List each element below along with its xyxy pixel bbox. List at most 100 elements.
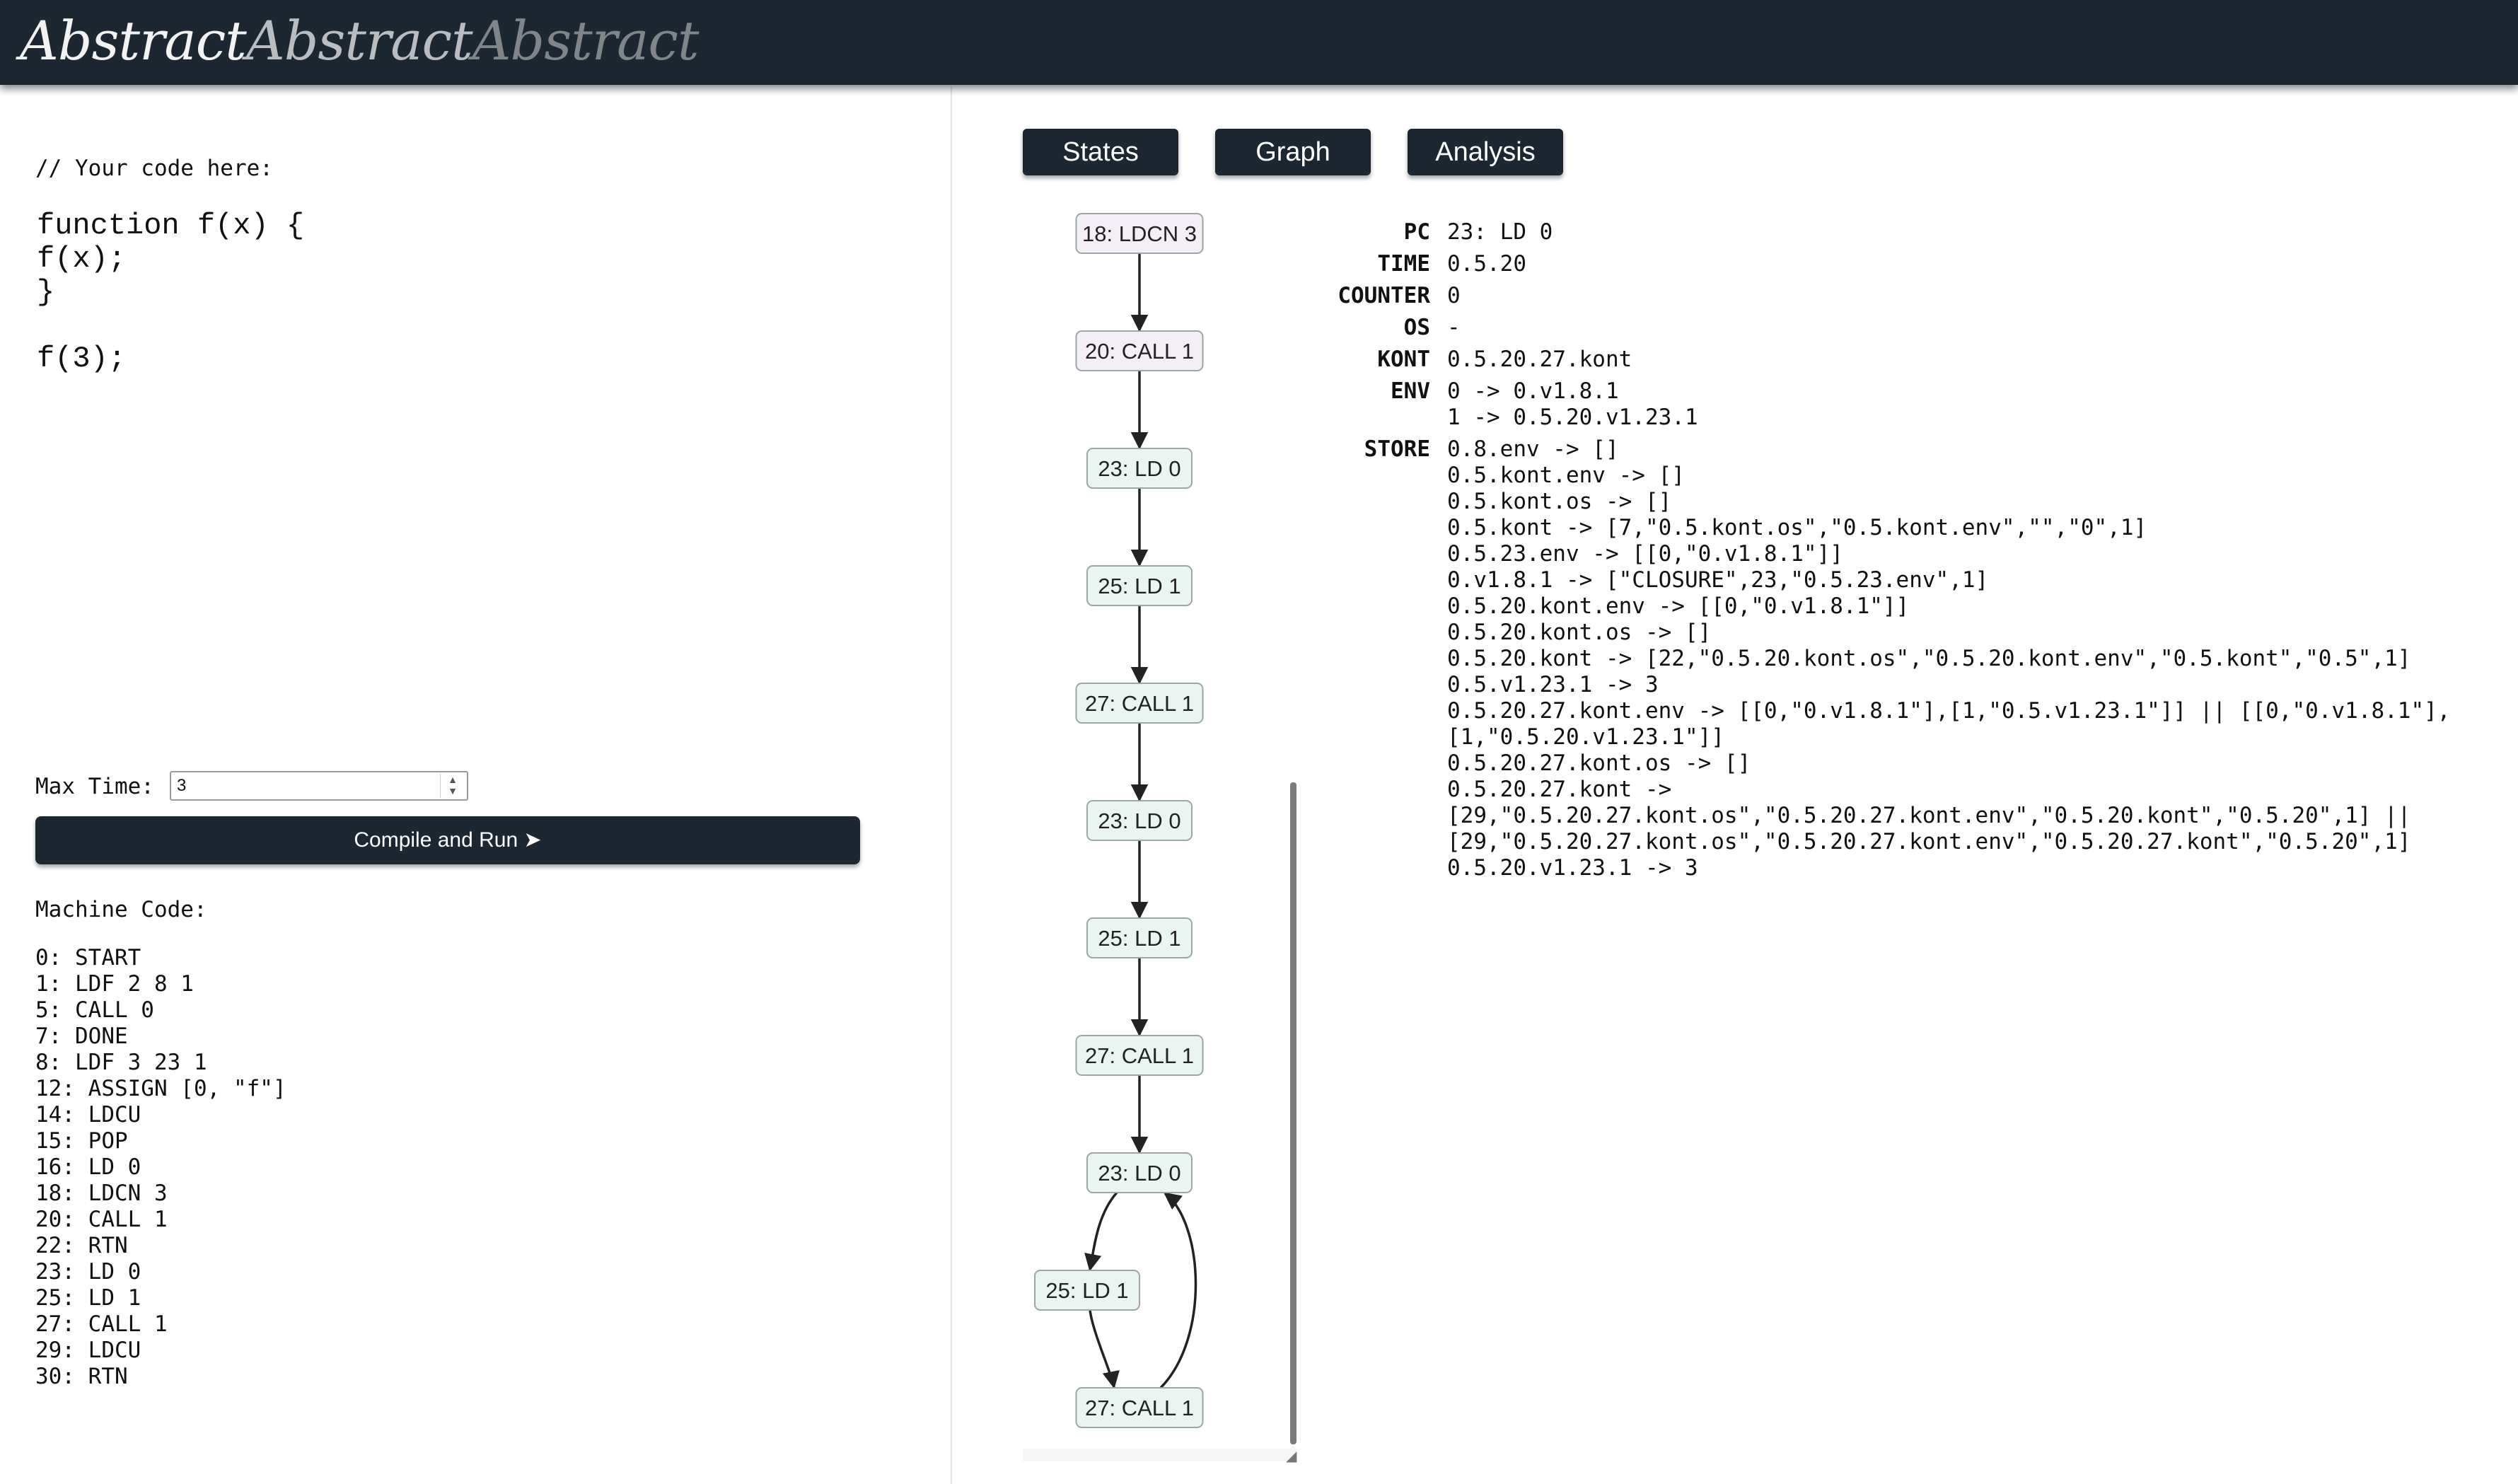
- state-value: 23: LD 0: [1447, 219, 1553, 245]
- state-value-line: 0: [1447, 283, 1461, 308]
- state-value-line: [1,"0.5.20.v1.23.1"]]: [1447, 724, 1724, 750]
- state-value-line: 0.5.20.27.kont: [1447, 347, 1632, 372]
- code-comment[interactable]: // Your code here:: [35, 156, 273, 181]
- graph-node[interactable]: 23: LD 0: [1086, 448, 1193, 489]
- machine-code-line: 25: LD 1: [35, 1285, 141, 1311]
- state-value-line: 0.5.kont.os -> []: [1447, 489, 1672, 514]
- machine-code-line: 22: RTN: [35, 1233, 128, 1258]
- state-key: STORE: [1364, 436, 1430, 462]
- app-header: AbstractAbstractAbstract: [0, 0, 2518, 85]
- graph-node[interactable]: 20: CALL 1: [1075, 330, 1204, 371]
- graph-node-label: 27: CALL 1: [1085, 1043, 1194, 1068]
- machine-code-line: 12: ASSIGN [0, "f"]: [35, 1076, 286, 1101]
- logo-word-1: Abstract: [20, 9, 247, 72]
- app-logo[interactable]: AbstractAbstractAbstract: [20, 6, 700, 76]
- resize-grip-icon[interactable]: ◢: [1286, 1449, 1301, 1464]
- graph-node-label: 23: LD 0: [1098, 456, 1180, 481]
- logo-word-2: Abstract: [245, 9, 473, 72]
- state-value-line: 0.5.v1.23.1 -> 3: [1447, 672, 1659, 697]
- state-graph-svg: 18: LDCN 3 20: CALL 1 23: LD 0 25: LD 1 27: …: [1034, 213, 1204, 1428]
- state-value-line: [29,"0.5.20.27.kont.os","0.5.20.27.kont.…: [1447, 803, 2411, 828]
- machine-code-line: 0: START: [35, 945, 141, 970]
- graph-node-label: 25: LD 1: [1098, 574, 1180, 598]
- state-key: COUNTER: [1338, 283, 1430, 308]
- graph-node[interactable]: 27: CALL 1: [1075, 1035, 1204, 1076]
- logo-word-3: Abstract: [472, 9, 700, 72]
- graph-edge: [1084, 1191, 1118, 1272]
- state-value-line: [29,"0.5.20.27.kont.os","0.5.20.27.kont.…: [1447, 829, 2411, 854]
- machine-code-line: 7: DONE: [35, 1024, 128, 1049]
- state-value-line: 0.5.kont -> [7,"0.5.kont.os","0.5.kont.e…: [1447, 515, 2147, 540]
- graph-node-label: 27: CALL 1: [1085, 1396, 1194, 1420]
- graph-node-label: 23: LD 0: [1098, 1161, 1180, 1186]
- max-time-stepper[interactable]: ▲ ▼: [440, 774, 465, 798]
- machine-code-list: 0: START 1: LDF 2 8 1 5: CALL 0 7: DONE 8: L…: [35, 945, 286, 1390]
- graph-scroll-track: [1023, 1449, 1297, 1461]
- state-value-line: 0.5.20.v1.23.1 -> 3: [1447, 855, 1698, 881]
- graph-node[interactable]: 27: CALL 1: [1075, 1387, 1204, 1428]
- machine-code-line: 5: CALL 0: [35, 997, 154, 1023]
- state-value-line: 0.v1.8.1 -> ["CLOSURE",23,"0.5.23.env",1…: [1447, 567, 1989, 593]
- machine-code-line: 30: RTN: [35, 1364, 128, 1389]
- state-graph[interactable]: 18: LDCN 3 20: CALL 1 23: LD 0 25: LD 1 27: …: [1023, 212, 1294, 1466]
- machine-code-line: 27: CALL 1: [35, 1311, 168, 1337]
- state-value: 0.8.env -> [] 0.5.kont.env -> [] 0.5.kont.…: [1447, 436, 2450, 881]
- state-value: 0.5.20: [1447, 251, 1526, 277]
- state-value-line: 0.5.20: [1447, 251, 1526, 277]
- state-value-line: 0.5.20.27.kont ->: [1447, 777, 1672, 802]
- state-value-line: 0.5.20.kont.os -> []: [1447, 620, 1712, 645]
- graph-edge: [1089, 1309, 1120, 1389]
- graph-node[interactable]: 18: LDCN 3: [1075, 213, 1204, 254]
- machine-code-line: 29: LDCU: [35, 1338, 141, 1363]
- machine-code-label: Machine Code:: [35, 897, 207, 922]
- state-value-line: 0 -> 0.v1.8.1: [1447, 378, 1619, 404]
- graph-node-label: 25: LD 1: [1098, 926, 1180, 951]
- panel-divider[interactable]: [951, 86, 952, 1484]
- tab-graph[interactable]: Graph: [1215, 129, 1371, 175]
- machine-code-line: 23: LD 0: [35, 1259, 141, 1285]
- state-value-line: 0.5.23.env -> [[0,"0.v1.8.1"]]: [1447, 541, 1843, 567]
- graph-node-label: 18: LDCN 3: [1082, 221, 1197, 246]
- graph-node[interactable]: 23: LD 0: [1086, 1152, 1193, 1193]
- max-time-label: Max Time:: [35, 774, 154, 799]
- graph-node-label: 25: LD 1: [1045, 1278, 1128, 1303]
- graph-node-label: 27: CALL 1: [1085, 691, 1194, 716]
- graph-node[interactable]: 23: LD 0: [1086, 800, 1193, 841]
- graph-node[interactable]: 25: LD 1: [1034, 1270, 1140, 1311]
- state-key: KONT: [1377, 347, 1430, 372]
- machine-code-line: 15: POP: [35, 1128, 128, 1154]
- machine-code-line: 14: LDCU: [35, 1102, 141, 1128]
- chevron-up-icon[interactable]: ▲: [441, 774, 465, 785]
- tab-states[interactable]: States: [1023, 129, 1178, 175]
- graph-node-label: 20: CALL 1: [1085, 339, 1194, 364]
- tab-analysis[interactable]: Analysis: [1408, 129, 1563, 175]
- code-editor[interactable]: function f(x) { f(x); } f(3);: [37, 209, 304, 376]
- chevron-down-icon[interactable]: ▼: [441, 785, 465, 796]
- state-value-line: 0.5.20.27.kont.env -> [[0,"0.v1.8.1"],[1…: [1447, 698, 2451, 724]
- state-value-line: 0.5.20.kont.env -> [[0,"0.v1.8.1"]]: [1447, 593, 1910, 619]
- state-value-line: 1 -> 0.5.20.v1.23.1: [1447, 405, 1698, 430]
- graph-scrollbar[interactable]: [1290, 782, 1296, 1444]
- state-key: TIME: [1377, 251, 1430, 277]
- graph-node[interactable]: 25: LD 1: [1086, 565, 1193, 606]
- state-value: 0 -> 0.v1.8.1 1 -> 0.5.20.v1.23.1: [1447, 378, 1698, 431]
- state-key: PC: [1403, 219, 1430, 245]
- compile-and-run-button[interactable]: Compile and Run ➤: [35, 816, 860, 864]
- state-value: 0.5.20.27.kont: [1447, 347, 1632, 373]
- state-value-line: 0.5.kont.env -> []: [1447, 463, 1685, 488]
- state-key: ENV: [1391, 378, 1430, 404]
- machine-code-line: 1: LDF 2 8 1: [35, 971, 194, 997]
- state-value: -: [1447, 315, 1461, 341]
- graph-edge: [1159, 1192, 1197, 1389]
- state-value-line: 23: LD 0: [1447, 219, 1553, 245]
- state-value-line: 0.5.20.27.kont.os -> []: [1447, 750, 1751, 776]
- state-value-line: 0.8.env -> []: [1447, 436, 1619, 462]
- machine-code-line: 8: LDF 3 23 1: [35, 1050, 207, 1075]
- graph-node[interactable]: 25: LD 1: [1086, 917, 1193, 958]
- state-value: 0: [1447, 283, 1461, 309]
- max-time-input[interactable]: 3: [170, 771, 468, 801]
- machine-code-line: 20: CALL 1: [35, 1207, 168, 1232]
- machine-code-line: 16: LD 0: [35, 1154, 141, 1180]
- graph-node[interactable]: 27: CALL 1: [1075, 683, 1204, 724]
- state-value-line: -: [1447, 315, 1461, 340]
